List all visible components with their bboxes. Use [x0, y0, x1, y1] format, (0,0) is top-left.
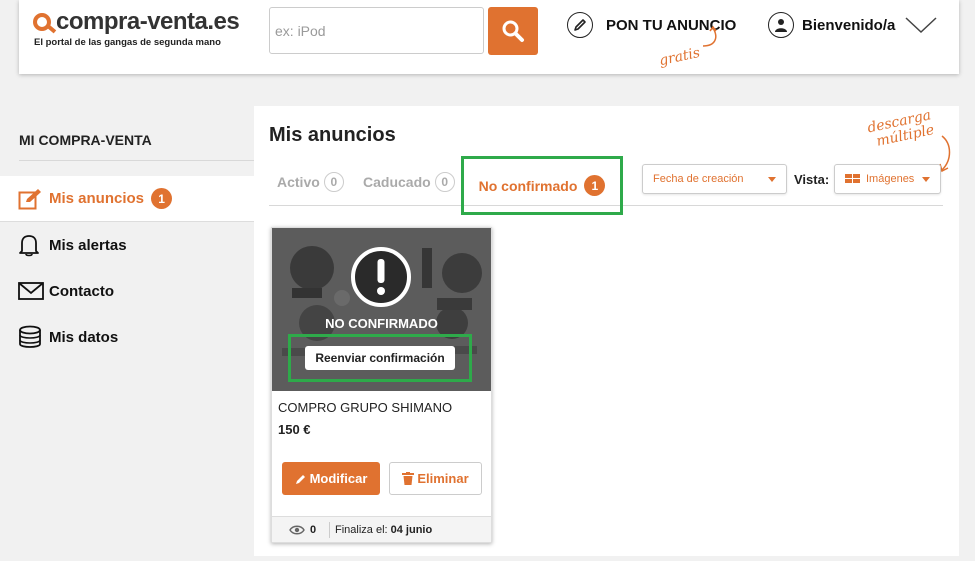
magnifier-logo-icon	[33, 11, 57, 34]
caret-down-icon	[768, 176, 776, 182]
descarga-multiple-note: descarga múltiple	[835, 107, 936, 157]
user-menu[interactable]: Bienvenido/a	[768, 12, 937, 38]
views-value: 0	[310, 523, 317, 536]
sidebar-title: MI COMPRA-VENTA	[19, 132, 254, 161]
sidebar-item-label: Mis alertas	[49, 236, 127, 254]
database-icon	[18, 325, 46, 349]
status-label: NO CONFIRMADO	[325, 316, 438, 331]
ad-card: NO CONFIRMADO Reenviar confirmación COMP…	[271, 227, 492, 543]
sidebar: MI COMPRA-VENTA Mis anuncios 1 Mis alert…	[0, 118, 254, 360]
welcome-label: Bienvenido/a	[802, 16, 896, 34]
views-count: 0	[272, 521, 330, 538]
ends-date: 04 junio	[390, 523, 433, 536]
sidebar-item-label: Mis anuncios	[49, 190, 145, 207]
ads-count-badge: 1	[151, 188, 173, 209]
delete-label: Eliminar	[417, 471, 469, 486]
sort-select-value: Fecha de creación	[653, 173, 744, 185]
bell-icon	[18, 233, 46, 257]
ad-image[interactable]: NO CONFIRMADO Reenviar confirmación	[272, 228, 491, 391]
ends-info: Finaliza el: 04 junio	[330, 524, 432, 536]
resend-highlight: Reenviar confirmación	[288, 334, 472, 382]
modify-label: Modificar	[309, 471, 368, 486]
envelope-icon	[18, 282, 46, 300]
tab-label: Activo	[277, 174, 320, 190]
tab-label: Caducado	[363, 174, 431, 190]
sidebar-item-label: Mis datos	[49, 328, 119, 346]
trash-icon	[402, 472, 415, 485]
tab-count: 0	[323, 172, 344, 192]
view-select[interactable]: Imágenes	[834, 164, 941, 194]
tab-no-confirmado[interactable]: No confirmado 1	[461, 156, 623, 215]
logo-text: compra-venta.es	[56, 8, 240, 35]
ends-prefix: Finaliza el:	[335, 523, 388, 536]
caret-down-icon	[922, 176, 930, 182]
modify-button[interactable]: Modificar	[282, 462, 380, 495]
vista-label: Vista:	[794, 172, 830, 187]
user-icon	[768, 12, 794, 38]
search-icon	[502, 20, 524, 42]
ad-title[interactable]: COMPRO GRUPO SHIMANO	[278, 400, 452, 415]
search-button[interactable]	[488, 7, 538, 55]
delete-button[interactable]: Eliminar	[389, 462, 482, 495]
search-input[interactable]	[269, 7, 484, 54]
tab-activo[interactable]: Activo 0	[277, 172, 344, 192]
ad-price: 150 €	[278, 422, 311, 437]
sidebar-item-contacto[interactable]: Contacto	[0, 268, 254, 314]
gratis-arrow-icon	[702, 25, 717, 47]
main-panel: Mis anuncios descarga múltiple Activo 0 …	[254, 106, 959, 556]
sidebar-item-mis-alertas[interactable]: Mis alertas	[0, 222, 254, 268]
card-footer: 0 Finaliza el: 04 junio	[272, 516, 491, 542]
grid-view-icon	[845, 174, 860, 183]
resend-confirmation-button[interactable]: Reenviar confirmación	[305, 346, 455, 370]
pencil-icon	[295, 474, 305, 484]
logo-tagline: El portal de las gangas de segunda mano	[34, 37, 221, 48]
tab-count: 0	[434, 172, 455, 192]
view-select-value: Imágenes	[866, 173, 915, 185]
tab-caducado[interactable]: Caducado 0	[363, 172, 455, 192]
sort-select[interactable]: Fecha de creación	[642, 164, 787, 194]
sidebar-item-mis-anuncios[interactable]: Mis anuncios 1	[0, 176, 254, 222]
logo[interactable]: compra-venta.es El portal de las gangas …	[33, 8, 240, 48]
tab-label: No confirmado	[478, 177, 578, 194]
edit-icon	[18, 188, 46, 210]
sidebar-item-label: Contacto	[49, 282, 114, 300]
eye-icon	[289, 525, 305, 534]
pencil-icon	[567, 12, 593, 38]
tab-count: 1	[584, 175, 606, 196]
gear-alert-icon	[351, 247, 411, 307]
sidebar-item-mis-datos[interactable]: Mis datos	[0, 314, 254, 360]
site-header: compra-venta.es El portal de las gangas …	[19, 0, 959, 74]
chevron-down-icon	[905, 17, 937, 34]
gratis-note: gratis	[657, 44, 702, 70]
page-title: Mis anuncios	[269, 124, 396, 146]
